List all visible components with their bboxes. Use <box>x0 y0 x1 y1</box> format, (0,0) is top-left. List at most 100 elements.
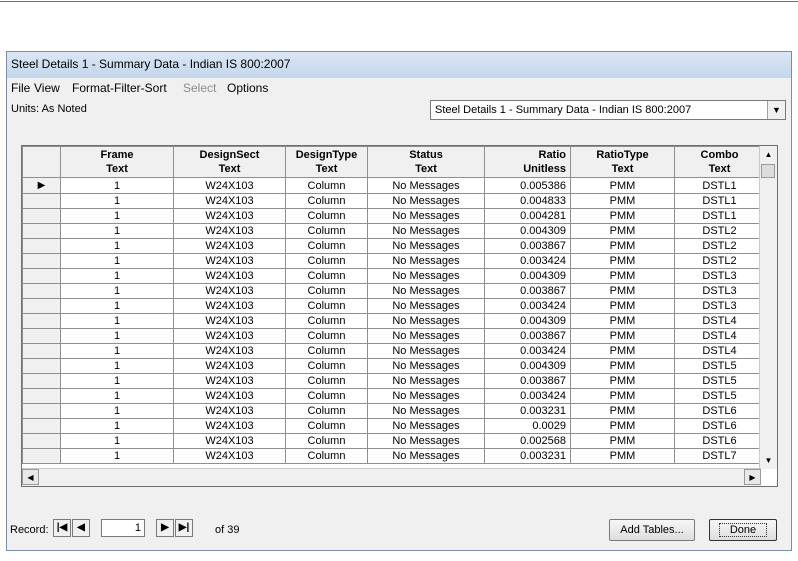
table-row[interactable]: 1 W24X103 Column No Messages 0.0029 PMM DSTL6 <box>22 418 774 434</box>
table-cell[interactable]: 0.003867 <box>484 238 571 254</box>
table-cell[interactable]: 0.003231 <box>484 403 571 419</box>
table-cell[interactable]: W24X103 <box>173 373 286 389</box>
table-cell[interactable]: PMM <box>570 193 675 209</box>
menu-options[interactable]: Options <box>227 81 268 95</box>
table-cell[interactable]: 0.003867 <box>484 373 571 389</box>
table-cell[interactable]: W24X103 <box>173 313 286 329</box>
table-cell[interactable]: PMM <box>570 328 675 344</box>
table-cell[interactable]: DSTL3 <box>674 268 765 284</box>
table-cell[interactable]: DSTL4 <box>674 313 765 329</box>
table-row[interactable]: 1 W24X103 Column No Messages 0.003867 PMM DSTL… <box>22 328 774 344</box>
table-cell[interactable]: DSTL2 <box>674 223 765 239</box>
row-selector[interactable] <box>22 403 61 419</box>
table-row[interactable]: 1 W24X103 Column No Messages 0.003424 PMM DSTL… <box>22 298 774 314</box>
row-selector[interactable] <box>22 358 61 374</box>
table-cell[interactable]: 0.0029 <box>484 418 571 434</box>
table-cell[interactable]: DSTL5 <box>674 358 765 374</box>
table-cell[interactable]: 1 <box>60 433 174 449</box>
table-cell[interactable]: No Messages <box>367 418 485 434</box>
table-cell[interactable]: Column <box>285 193 368 209</box>
table-cell[interactable]: W24X103 <box>173 208 286 224</box>
table-cell[interactable]: DSTL5 <box>674 388 765 404</box>
table-cell[interactable]: PMM <box>570 283 675 299</box>
table-cell[interactable]: 1 <box>60 313 174 329</box>
table-cell[interactable]: W24X103 <box>173 448 286 464</box>
table-cell[interactable]: 0.005386 <box>484 177 571 194</box>
table-cell[interactable]: Column <box>285 358 368 374</box>
table-cell[interactable]: PMM <box>570 373 675 389</box>
table-cell[interactable]: W24X103 <box>173 328 286 344</box>
column-header[interactable]: Ratio Unitless <box>484 146 571 178</box>
table-row[interactable]: 1 W24X103 Column No Messages 0.004309 PMM DSTL… <box>22 313 774 329</box>
table-row[interactable]: ▶ 1 W24X103 Column No Messages 0.005386 PMM DST… <box>22 177 774 194</box>
table-cell[interactable]: Column <box>285 268 368 284</box>
table-cell[interactable]: Column <box>285 403 368 419</box>
table-row[interactable]: 1 W24X103 Column No Messages 0.002568 PMM DSTL… <box>22 433 774 449</box>
row-selector[interactable] <box>22 223 61 239</box>
table-cell[interactable]: 1 <box>60 253 174 269</box>
table-cell[interactable]: No Messages <box>367 238 485 254</box>
table-cell[interactable]: 0.002568 <box>484 433 571 449</box>
row-selector[interactable] <box>22 268 61 284</box>
column-header[interactable]: DesignSect Text <box>173 146 286 178</box>
table-cell[interactable]: 0.004309 <box>484 313 571 329</box>
table-cell[interactable]: PMM <box>570 403 675 419</box>
table-row[interactable]: 1 W24X103 Column No Messages 0.003867 PMM DSTL… <box>22 373 774 389</box>
row-selector[interactable] <box>22 253 61 269</box>
table-cell[interactable]: No Messages <box>367 403 485 419</box>
table-cell[interactable]: W24X103 <box>173 298 286 314</box>
table-cell[interactable]: PMM <box>570 418 675 434</box>
table-cell[interactable]: 1 <box>60 283 174 299</box>
table-cell[interactable]: PMM <box>570 388 675 404</box>
table-cell[interactable]: DSTL3 <box>674 283 765 299</box>
table-cell[interactable]: W24X103 <box>173 403 286 419</box>
table-cell[interactable]: PMM <box>570 343 675 359</box>
table-cell[interactable]: Column <box>285 238 368 254</box>
table-cell[interactable]: No Messages <box>367 373 485 389</box>
table-row[interactable]: 1 W24X103 Column No Messages 0.004309 PMM DSTL… <box>22 358 774 374</box>
table-cell[interactable]: No Messages <box>367 268 485 284</box>
table-cell[interactable]: W24X103 <box>173 418 286 434</box>
table-cell[interactable]: Column <box>285 283 368 299</box>
table-row[interactable]: 1 W24X103 Column No Messages 0.003231 PMM DSTL… <box>22 448 774 464</box>
table-cell[interactable]: Column <box>285 253 368 269</box>
table-cell[interactable]: No Messages <box>367 448 485 464</box>
table-row[interactable]: 1 W24X103 Column No Messages 0.004309 PMM DSTL… <box>22 223 774 239</box>
record-number-input[interactable]: 1 <box>101 519 145 537</box>
table-cell[interactable]: DSTL1 <box>674 193 765 209</box>
table-cell[interactable]: DSTL4 <box>674 328 765 344</box>
table-cell[interactable]: 0.003231 <box>484 448 571 464</box>
column-header[interactable]: Status Text <box>367 146 485 178</box>
table-cell[interactable]: No Messages <box>367 433 485 449</box>
row-selector[interactable] <box>22 193 61 209</box>
horizontal-scrollbar[interactable]: ◀ ▶ <box>22 468 761 486</box>
table-cell[interactable]: No Messages <box>367 283 485 299</box>
table-cell[interactable]: Column <box>285 313 368 329</box>
row-selector[interactable] <box>22 313 61 329</box>
row-selector[interactable] <box>22 388 61 404</box>
table-cell[interactable]: DSTL1 <box>674 177 765 194</box>
table-cell[interactable]: W24X103 <box>173 253 286 269</box>
scroll-left-icon[interactable]: ◀ <box>22 469 39 485</box>
next-record-icon[interactable]: ▶ <box>156 519 174 537</box>
row-selector[interactable] <box>22 448 61 464</box>
table-cell[interactable]: W24X103 <box>173 343 286 359</box>
table-row[interactable]: 1 W24X103 Column No Messages 0.003424 PMM DSTL… <box>22 343 774 359</box>
table-cell[interactable]: 1 <box>60 238 174 254</box>
table-cell[interactable]: 1 <box>60 298 174 314</box>
column-header[interactable]: Combo Text <box>674 146 765 178</box>
table-cell[interactable]: No Messages <box>367 328 485 344</box>
table-row[interactable]: 1 W24X103 Column No Messages 0.004309 PMM DSTL… <box>22 268 774 284</box>
row-selector[interactable] <box>22 418 61 434</box>
table-cell[interactable]: 1 <box>60 358 174 374</box>
title-bar[interactable]: Steel Details 1 - Summary Data - Indian … <box>7 52 791 78</box>
table-cell[interactable]: Column <box>285 388 368 404</box>
row-selector[interactable] <box>22 328 61 344</box>
table-cell[interactable]: W24X103 <box>173 177 286 194</box>
table-cell[interactable]: 1 <box>60 208 174 224</box>
previous-record-icon[interactable]: ◀ <box>72 519 90 537</box>
done-button[interactable]: Done <box>709 519 777 541</box>
table-cell[interactable]: 0.004833 <box>484 193 571 209</box>
row-selector[interactable] <box>22 433 61 449</box>
table-cell[interactable]: W24X103 <box>173 283 286 299</box>
